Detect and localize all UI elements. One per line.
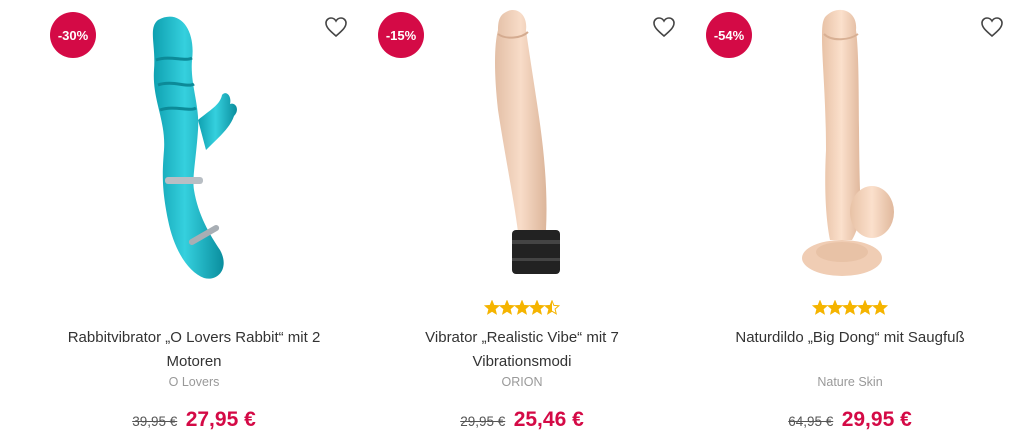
heart-icon[interactable] xyxy=(652,16,676,38)
old-price: 64,95 € xyxy=(788,414,834,429)
star-icon xyxy=(843,300,857,314)
product-image[interactable] xyxy=(398,0,646,290)
star-icon xyxy=(813,300,827,314)
star-icon xyxy=(500,300,514,314)
product-card[interactable]: -30% Rabbitvibrator „O Lovers Rabbit“ mi… xyxy=(30,0,358,445)
product-brand[interactable]: O Lovers xyxy=(30,375,358,389)
rating-stars xyxy=(811,300,889,315)
price-row: 39,95 € 27,95 € xyxy=(30,408,358,432)
new-price: 25,46 € xyxy=(513,408,584,431)
product-title[interactable]: Rabbitvibrator „O Lovers Rabbit“ mit 2 M… xyxy=(50,326,338,374)
star-icon xyxy=(873,300,887,314)
old-price: 29,95 € xyxy=(460,414,506,429)
star-icon xyxy=(828,300,842,314)
star-icon xyxy=(485,300,499,314)
price-row: 29,95 € 25,46 € xyxy=(358,408,686,432)
star-icon xyxy=(515,300,529,314)
product-image[interactable] xyxy=(70,0,318,290)
product-brand[interactable]: Nature Skin xyxy=(686,375,1014,389)
product-title[interactable]: Naturdildo „Big Dong“ mit Saugfuß xyxy=(706,326,994,350)
product-brand[interactable]: ORION xyxy=(358,375,686,389)
product-grid: -30% Rabbitvibrator „O Lovers Rabbit“ mi… xyxy=(0,0,1024,445)
product-card[interactable]: -15% Vibrator „Realistic Vibe“ mit 7 Vib… xyxy=(358,0,686,445)
old-price: 39,95 € xyxy=(132,414,178,429)
heart-icon[interactable] xyxy=(324,16,348,38)
product-card[interactable]: -54% Naturdildo „Big Dong“ mit Saugfuß N… xyxy=(686,0,1014,445)
heart-icon[interactable] xyxy=(980,16,1004,38)
star-icon xyxy=(858,300,872,314)
rating-stars xyxy=(483,300,561,315)
price-row: 64,95 € 29,95 € xyxy=(686,408,1014,432)
new-price: 29,95 € xyxy=(841,408,912,431)
product-image[interactable] xyxy=(726,0,974,290)
star-icon xyxy=(530,300,544,314)
product-title[interactable]: Vibrator „Realistic Vibe“ mit 7 Vibratio… xyxy=(378,326,666,374)
new-price: 27,95 € xyxy=(185,408,256,431)
